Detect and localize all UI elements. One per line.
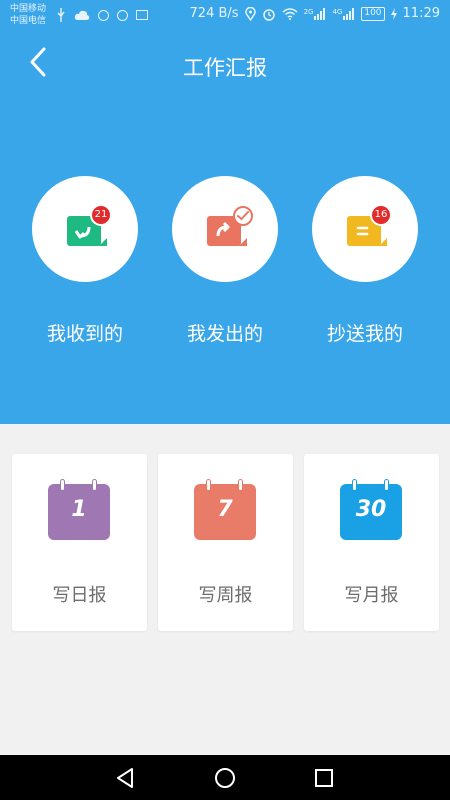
circle-home-icon xyxy=(215,767,235,788)
page-title: 工作汇报 xyxy=(183,56,267,80)
notification-icons xyxy=(56,8,148,22)
app-notification-icon xyxy=(117,9,128,21)
calendar-number: 1 xyxy=(71,497,87,522)
sent-button[interactable]: 我发出的 xyxy=(155,176,295,346)
carrier-1: 中国移动 xyxy=(10,4,47,14)
daily-report-label: 写日报 xyxy=(52,585,107,606)
received-label: 我收到的 xyxy=(46,323,123,345)
wifi-icon xyxy=(282,7,298,20)
signal-bars-icon xyxy=(314,7,326,20)
nav-recents-button[interactable] xyxy=(294,755,354,800)
square-recents-icon xyxy=(315,768,333,787)
weekly-report-card[interactable]: 7 写周报 xyxy=(158,454,293,631)
signal-2g: 2G xyxy=(304,7,327,20)
image-icon xyxy=(136,10,148,20)
signal-4g: 4G xyxy=(332,7,355,20)
clock: 11:29 xyxy=(402,6,440,21)
monthly-report-label: 写月报 xyxy=(344,585,399,606)
cc-button[interactable]: 16 抄送我的 xyxy=(295,176,435,346)
triangle-back-icon xyxy=(117,767,133,788)
carrier-labels: 中国移动 中国电信 xyxy=(10,3,46,27)
sent-circle xyxy=(172,176,278,282)
calendar-day-icon: 1 xyxy=(48,479,110,540)
usb-icon xyxy=(57,8,65,22)
battery-icon: 100 xyxy=(361,6,385,21)
nav-home-button[interactable] xyxy=(195,755,255,800)
status-bar: 中国移动 中国电信 724 B/s 2G 4G 100 11:29 xyxy=(0,0,450,32)
carrier-2: 中国电信 xyxy=(10,16,47,26)
received-circle: 21 xyxy=(32,176,138,282)
calendar-number: 7 xyxy=(217,497,233,522)
monthly-report-card[interactable]: 30 写月报 xyxy=(304,454,439,631)
check-icon xyxy=(233,206,253,226)
charging-icon xyxy=(390,7,397,20)
sync-icon xyxy=(98,9,109,21)
cc-label: 抄送我的 xyxy=(326,323,403,345)
nav-back-button[interactable] xyxy=(95,755,155,800)
net-speed: 724 B/s xyxy=(189,6,239,21)
received-button[interactable]: 21 我收到的 xyxy=(15,176,155,346)
received-count-badge: 21 xyxy=(90,204,112,226)
signal-bars-icon xyxy=(343,7,355,20)
alarm-icon xyxy=(262,8,275,21)
cc-count-badge: 16 xyxy=(370,204,392,226)
calendar-week-icon: 7 xyxy=(194,479,256,540)
calendar-number: 30 xyxy=(355,497,387,522)
status-right: 724 B/s 2G 4G 100 11:29 xyxy=(190,6,440,21)
cc-circle: 16 xyxy=(312,176,418,282)
sent-label: 我发出的 xyxy=(186,323,263,345)
cloud-icon xyxy=(74,10,90,20)
calendar-month-icon: 30 xyxy=(340,479,402,540)
daily-report-card[interactable]: 1 写日报 xyxy=(12,454,147,631)
navigation-bar xyxy=(0,755,450,800)
location-icon xyxy=(244,6,256,21)
weekly-report-label: 写周报 xyxy=(198,585,253,606)
title-bar: 工作汇报 xyxy=(0,40,450,92)
